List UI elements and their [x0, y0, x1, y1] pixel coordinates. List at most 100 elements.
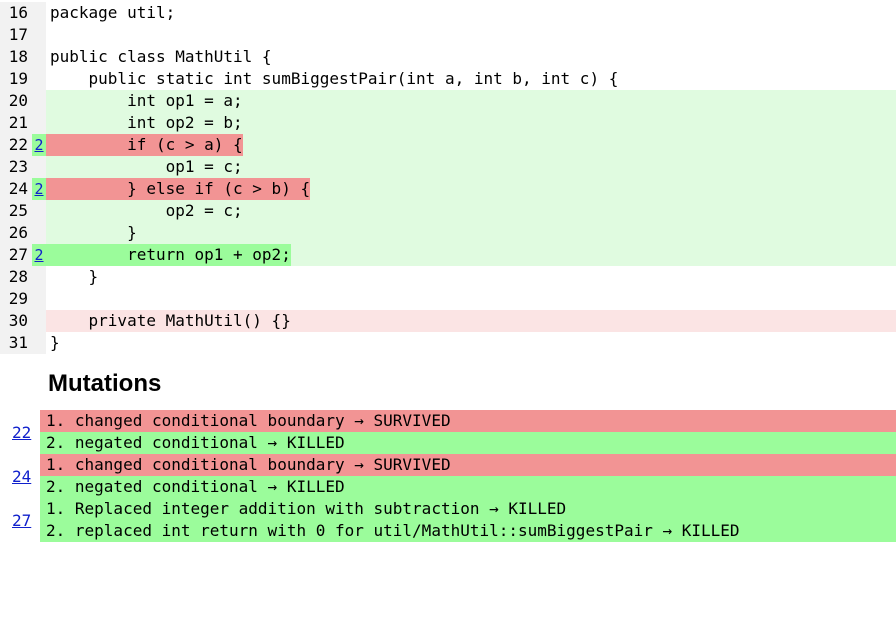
mutation-item: 2. replaced int return with 0 for util/M…	[40, 520, 896, 542]
code-line: 23 op1 = c;	[0, 156, 896, 178]
code-text: }	[46, 332, 60, 354]
code-line: 26 }	[0, 222, 896, 244]
code-text: op2 = c;	[46, 200, 243, 222]
mutation-line-link[interactable]: 22	[12, 423, 31, 442]
line-number: 22	[0, 134, 32, 156]
report-viewport: 16 package util; 1718 public class MathUtil…	[0, 0, 896, 618]
code-text: public class MathUtil {	[46, 46, 272, 68]
code-line-fill	[243, 200, 896, 222]
code-text: int op2 = b;	[46, 112, 243, 134]
mutation-item-list: 1. changed conditional boundary → SURVIV…	[40, 454, 896, 498]
mutation-count-link[interactable]: 2	[34, 246, 43, 264]
line-number: 27	[0, 244, 32, 266]
mutation-count-badge	[32, 112, 46, 134]
code-text: }	[46, 266, 98, 288]
code-text: op1 = c;	[46, 156, 243, 178]
code-line: 16 package util;	[0, 2, 896, 24]
code-line-fill	[50, 24, 896, 46]
mutation-count-badge	[32, 200, 46, 222]
mutation-count-badge	[32, 46, 46, 68]
mutation-item-list: 1. Replaced integer addition with subtra…	[40, 498, 896, 542]
code-line-fill	[98, 266, 896, 288]
code-line-fill	[243, 134, 896, 156]
mutation-line-link[interactable]: 24	[12, 467, 31, 486]
code-line-fill	[60, 332, 896, 354]
code-text: private MathUtil() {}	[46, 310, 291, 332]
code-text: }	[46, 222, 137, 244]
code-line: 20 int op1 = a;	[0, 90, 896, 112]
code-line-fill	[310, 178, 896, 200]
code-line: 272 return op1 + op2;	[0, 244, 896, 266]
code-line-fill	[618, 68, 896, 90]
code-line: 222 if (c > a) {	[0, 134, 896, 156]
line-number: 26	[0, 222, 32, 244]
mutation-item: 1. changed conditional boundary → SURVIV…	[40, 410, 896, 432]
mutation-item: 2. negated conditional → KILLED	[40, 432, 896, 454]
mutation-count-badge	[32, 90, 46, 112]
code-text: if (c > a) {	[46, 134, 243, 156]
code-line: 17	[0, 24, 896, 46]
code-line-fill	[291, 310, 896, 332]
line-number: 31	[0, 332, 32, 354]
line-number: 25	[0, 200, 32, 222]
code-text: package util;	[46, 2, 175, 24]
mutation-line-ref[interactable]: 27	[0, 498, 40, 542]
code-line: 31}	[0, 332, 896, 354]
code-line: 30 private MathUtil() {}	[0, 310, 896, 332]
code-line-fill	[291, 244, 896, 266]
line-number: 30	[0, 310, 32, 332]
line-number: 28	[0, 266, 32, 288]
code-line: 28 }	[0, 266, 896, 288]
mutation-group: 27 1. Replaced integer addition with subt…	[0, 498, 896, 542]
mutation-count-badge	[32, 266, 46, 288]
code-line-fill	[175, 2, 896, 24]
code-text: } else if (c > b) {	[46, 178, 310, 200]
code-line-fill	[243, 156, 896, 178]
code-line: 18 public class MathUtil {	[0, 46, 896, 68]
mutation-count-badge	[32, 68, 46, 90]
mutation-count-badge[interactable]: 2	[32, 244, 46, 266]
code-line: 19 public static int sumBiggestPair(int …	[0, 68, 896, 90]
mutations-header: Mutations	[48, 370, 896, 398]
mutation-group: 24 1. changed conditional boundary → SURV…	[0, 454, 896, 498]
mutation-item: 2. negated conditional → KILLED	[40, 476, 896, 498]
mutation-line-ref[interactable]: 24	[0, 454, 40, 498]
line-number: 24	[0, 178, 32, 200]
code-line: 242 } else if (c > b) {	[0, 178, 896, 200]
mutation-count-badge	[32, 222, 46, 244]
code-line-fill	[50, 288, 896, 310]
mutation-count-badge	[32, 156, 46, 178]
mutation-group: 22 1. changed conditional boundary → SURV…	[0, 410, 896, 454]
mutation-count-badge	[32, 24, 46, 46]
mutation-count-link[interactable]: 2	[34, 180, 43, 198]
code-line-fill	[243, 90, 896, 112]
mutation-count-badge	[32, 288, 46, 310]
line-number: 23	[0, 156, 32, 178]
code-text: return op1 + op2;	[46, 244, 291, 266]
code-line-fill	[243, 112, 896, 134]
line-number: 16	[0, 2, 32, 24]
mutation-item: 1. Replaced integer addition with subtra…	[40, 498, 896, 520]
code-listing: 16 package util; 1718 public class MathUtil…	[0, 0, 896, 354]
line-number: 19	[0, 68, 32, 90]
code-text: int op1 = a;	[46, 90, 243, 112]
line-number: 21	[0, 112, 32, 134]
mutation-count-badge[interactable]: 2	[32, 134, 46, 156]
mutation-count-link[interactable]: 2	[34, 136, 43, 154]
line-number: 17	[0, 24, 32, 46]
mutation-line-ref[interactable]: 22	[0, 410, 40, 454]
code-line: 25 op2 = c;	[0, 200, 896, 222]
mutation-count-badge	[32, 310, 46, 332]
mutation-count-badge[interactable]: 2	[32, 178, 46, 200]
mutations-list: 22 1. changed conditional boundary → SURV…	[0, 410, 896, 550]
mutation-count-badge	[32, 2, 46, 24]
mutation-item-list: 1. changed conditional boundary → SURVIV…	[40, 410, 896, 454]
code-text: public static int sumBiggestPair(int a, …	[46, 68, 618, 90]
line-number: 20	[0, 90, 32, 112]
mutation-line-link[interactable]: 27	[12, 511, 31, 530]
mutation-item: 1. changed conditional boundary → SURVIV…	[40, 454, 896, 476]
line-number: 18	[0, 46, 32, 68]
line-number: 29	[0, 288, 32, 310]
mutation-count-badge	[32, 332, 46, 354]
code-line: 29	[0, 288, 896, 310]
